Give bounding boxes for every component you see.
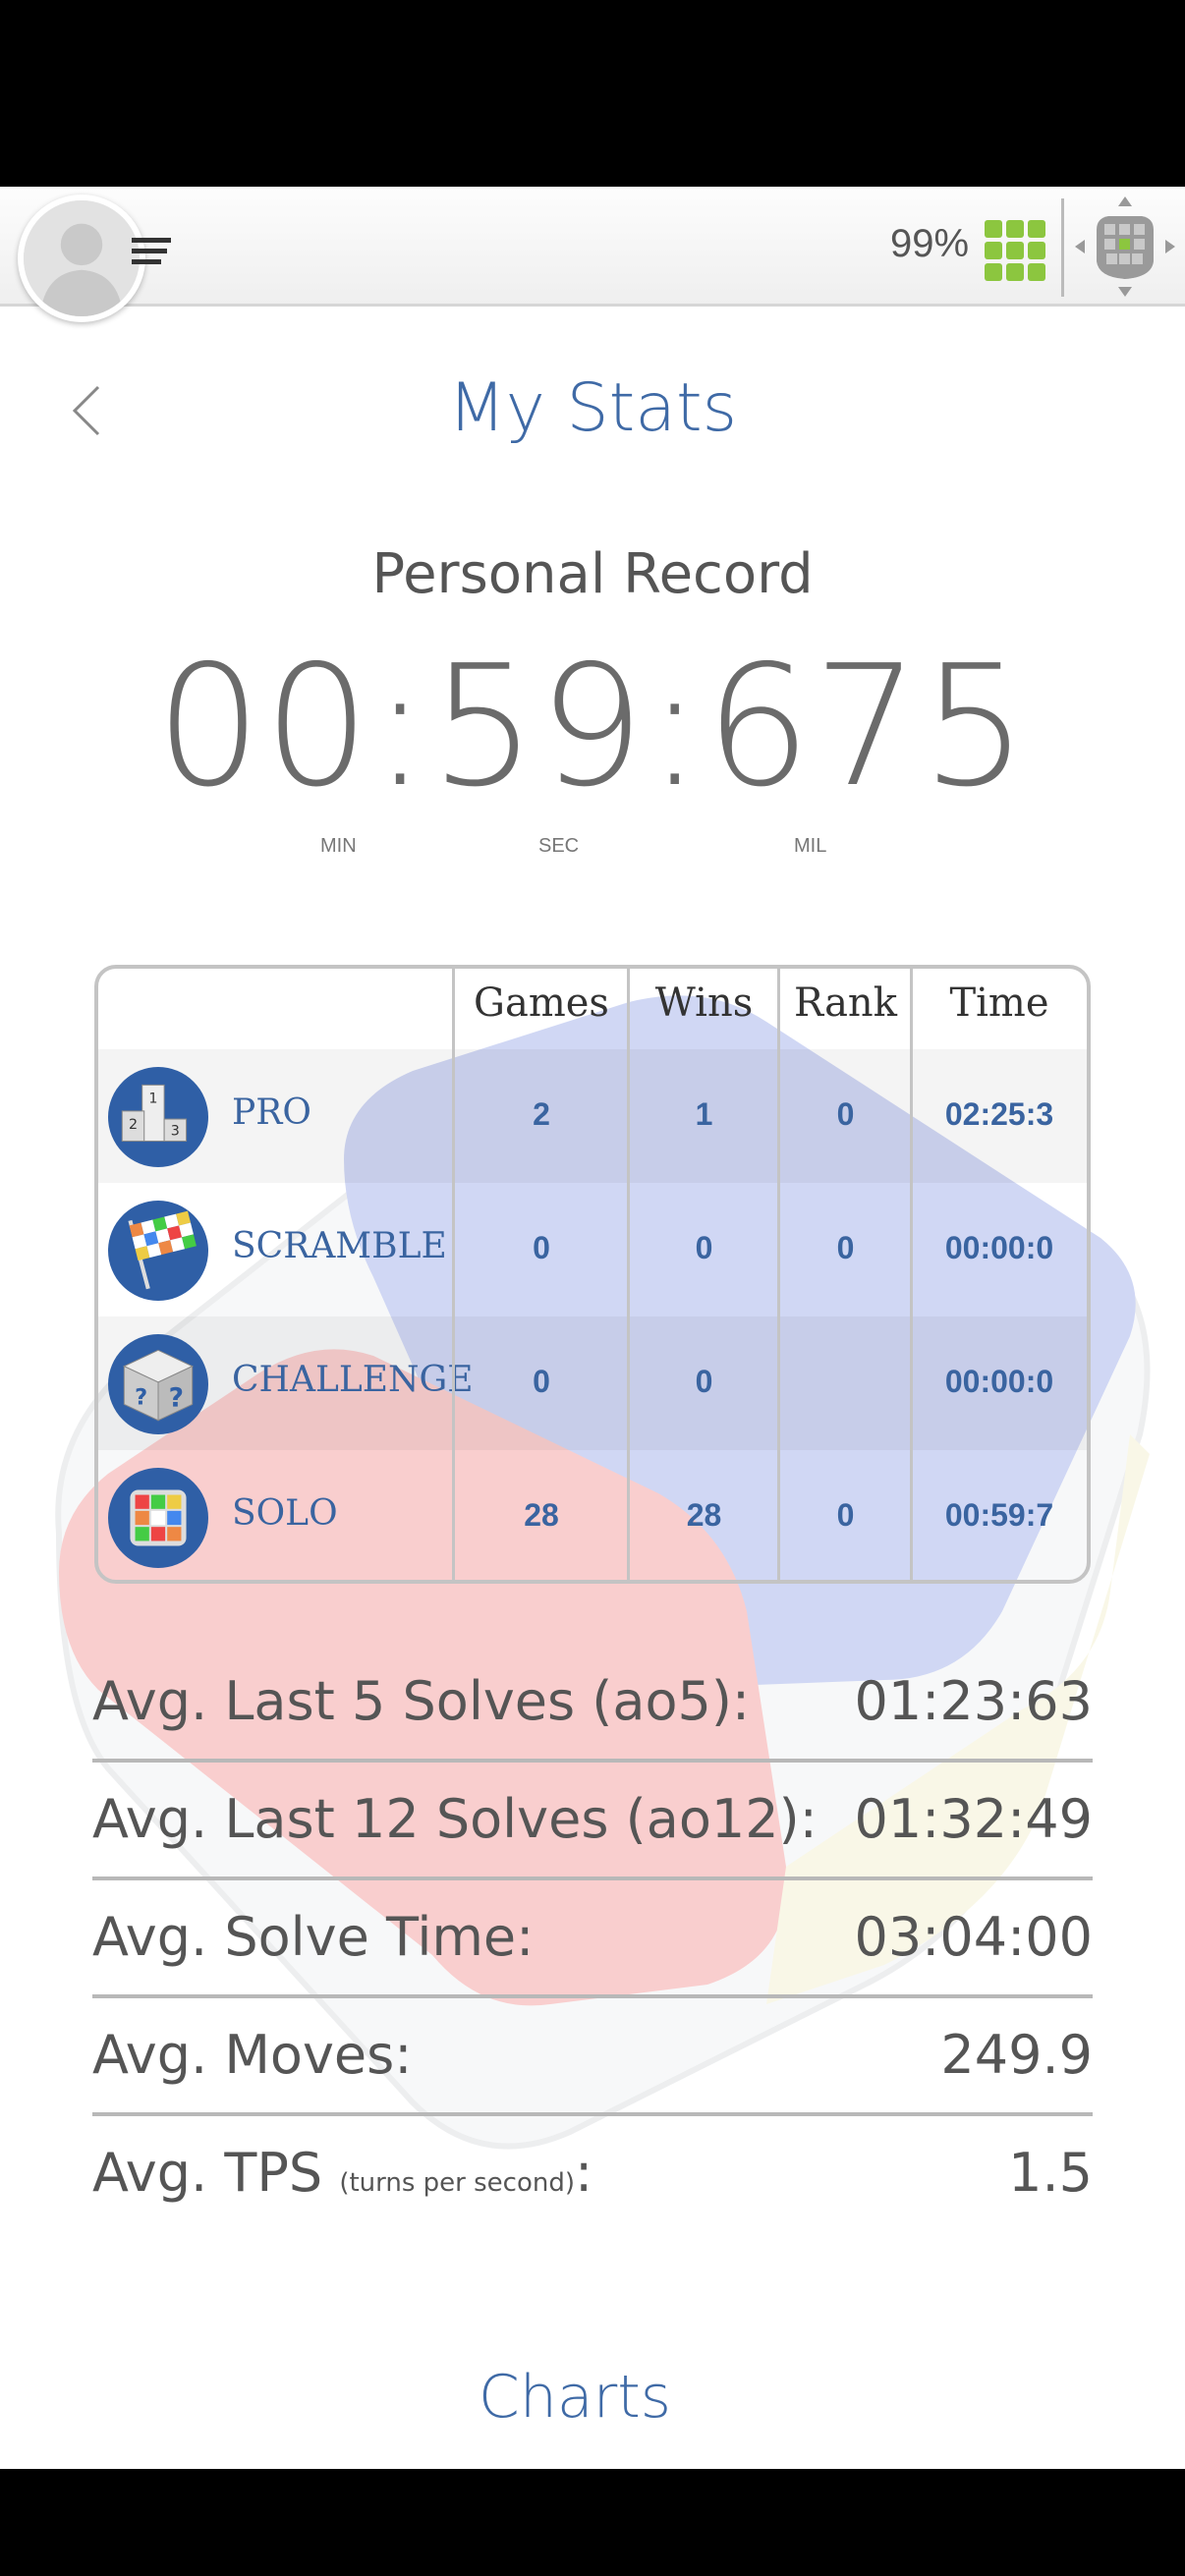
time-cell: 02:25:3 (944, 1096, 1054, 1132)
table-row[interactable]: ? ? CHALLENGE 0 0 00:00:0 (98, 1316, 1087, 1450)
games-cell: 2 (533, 1096, 550, 1132)
menu-icon[interactable] (132, 238, 175, 265)
question-cube-icon: ? ? (108, 1334, 208, 1434)
col-games: Games (474, 980, 609, 1026)
wins-cell: 28 (686, 1497, 722, 1533)
unit-sec: SEC (538, 835, 580, 857)
top-bar: 99% (0, 187, 1185, 322)
games-cell: 0 (533, 1364, 550, 1399)
time-cell: 00:00:0 (944, 1230, 1054, 1265)
avg-label: Avg. Moves: (92, 2024, 413, 2086)
personal-record-label: Personal Record (371, 542, 814, 606)
table-row[interactable]: SCRAMBLE 0 0 0 00:00:0 (98, 1183, 1087, 1316)
avg-ao12-row: Avg. Last 12 Solves (ao12): 01:32:49 (92, 1763, 1093, 1880)
unit-mil: MIL (794, 835, 827, 857)
col-time: Time (949, 980, 1049, 1026)
time-cell: 00:59:7 (944, 1497, 1054, 1533)
user-avatar-icon[interactable] (18, 195, 145, 322)
personal-record-time: 00:59:675 (155, 630, 1030, 824)
svg-text:1: 1 (148, 1092, 157, 1107)
charts-link[interactable]: Charts (0, 2363, 1150, 2432)
avg-tps-suffix: : (575, 2142, 593, 2204)
wins-cell: 0 (695, 1364, 713, 1399)
avg-tps-row: Avg. TPS (turns per second): 1.5 (92, 2116, 1093, 2234)
unit-min: MIN (320, 835, 357, 857)
games-cell: 28 (524, 1497, 559, 1533)
avg-value: 01:23:63 (854, 1670, 1093, 1732)
cube-dpad-icon[interactable] (1073, 195, 1177, 299)
battery-level: 99% (890, 222, 970, 265)
col-rank: Rank (794, 980, 897, 1026)
svg-text:?: ? (169, 1382, 184, 1413)
table-row[interactable]: SOLO 28 28 0 00:59:7 (98, 1450, 1087, 1580)
avg-value: 01:32:49 (854, 1788, 1093, 1850)
svg-text:3: 3 (171, 1123, 180, 1139)
svg-text:?: ? (135, 1384, 147, 1410)
avg-ao5-row: Avg. Last 5 Solves (ao5): 01:23:63 (92, 1645, 1093, 1763)
table-row[interactable]: 1 2 3 PRO 2 1 0 02:25:3 (98, 1049, 1087, 1183)
table-header: Games Wins Rank Time (98, 969, 1087, 1049)
grid-icon[interactable] (985, 220, 1045, 281)
svg-text:2: 2 (129, 1117, 138, 1133)
wins-cell: 0 (695, 1230, 713, 1265)
column-divider (627, 969, 630, 1580)
mode-name: PRO (232, 1092, 311, 1133)
column-divider (910, 969, 913, 1580)
mode-name: SOLO (232, 1493, 338, 1534)
stats-table: Games Wins Rank Time 1 2 3 PRO 2 1 0 02:… (94, 965, 1091, 1584)
podium-cube-icon: 1 2 3 (108, 1067, 208, 1167)
avg-value: 249.9 (940, 2024, 1093, 2086)
rank-cell: 0 (836, 1497, 855, 1533)
colored-cube-icon (108, 1468, 208, 1568)
avg-label: Avg. TPS (turns per second): (92, 2142, 592, 2204)
stats-screen: 99% My Stats Personal Record 00:59:675 M… (0, 187, 1185, 2469)
rank-cell: 0 (836, 1096, 855, 1132)
avg-tps-sub: (turns per second) (339, 2168, 576, 2198)
column-divider (777, 969, 780, 1580)
avg-moves-row: Avg. Moves: 249.9 (92, 1998, 1093, 2116)
page-title: My Stats (447, 369, 738, 447)
avg-label: Avg. Last 5 Solves (ao5): (92, 1670, 751, 1732)
games-cell: 0 (533, 1230, 550, 1265)
avg-label: Avg. Solve Time: (92, 1906, 535, 1968)
avg-solve-time-row: Avg. Solve Time: 03:04:00 (92, 1880, 1093, 1998)
avg-tps-label: Avg. TPS (92, 2142, 323, 2204)
column-divider (452, 969, 455, 1580)
topbar-divider (1061, 198, 1064, 297)
col-wins: Wins (654, 980, 754, 1026)
mode-name: SCRAMBLE (232, 1226, 447, 1266)
avg-value: 1.5 (1008, 2142, 1093, 2204)
time-cell: 00:00:0 (944, 1364, 1054, 1399)
avg-label: Avg. Last 12 Solves (ao12): (92, 1788, 818, 1850)
checkered-flag-icon (108, 1201, 208, 1301)
rank-cell: 0 (836, 1230, 855, 1265)
avg-value: 03:04:00 (854, 1906, 1093, 1968)
mode-name: CHALLENGE (232, 1360, 474, 1400)
wins-cell: 1 (695, 1096, 713, 1132)
